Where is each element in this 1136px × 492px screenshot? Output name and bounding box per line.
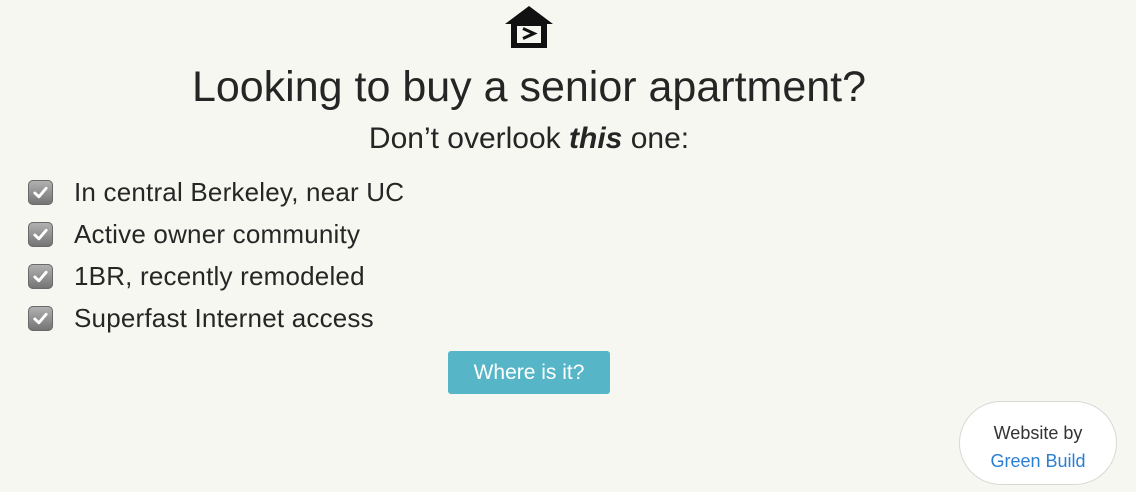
equal-housing-icon (505, 6, 553, 48)
feature-label: Superfast Internet access (74, 302, 374, 333)
list-item: Active owner community (28, 213, 404, 255)
subhead-text-before: Don’t overlook (368, 122, 570, 155)
subheading: Don’t overlook this one: (0, 120, 1058, 158)
list-item: Superfast Internet access (28, 297, 404, 339)
where-is-it-button[interactable]: Where is it? (448, 351, 610, 394)
feature-list: In central Berkeley, near UC Active owne… (28, 171, 404, 339)
green-build-link[interactable]: Green Build (960, 447, 1116, 475)
page-title: Looking to buy a senior apartment? (191, 63, 867, 111)
website-credit-badge: Website by Green Build (959, 401, 1117, 485)
checkbox-checked-icon[interactable] (28, 305, 53, 331)
feature-label: Active owner community (74, 218, 361, 249)
subhead-emphasis: this (569, 122, 623, 155)
list-item: In central Berkeley, near UC (28, 171, 404, 213)
credit-text: Website by (993, 423, 1083, 443)
feature-label: In central Berkeley, near UC (74, 176, 405, 207)
subhead-text-after: one: (622, 122, 690, 155)
checkbox-checked-icon[interactable] (28, 263, 53, 289)
list-item: 1BR, recently remodeled (28, 255, 404, 297)
checkbox-checked-icon[interactable] (28, 179, 53, 205)
feature-label: 1BR, recently remodeled (74, 260, 365, 291)
checkbox-checked-icon[interactable] (28, 221, 53, 247)
